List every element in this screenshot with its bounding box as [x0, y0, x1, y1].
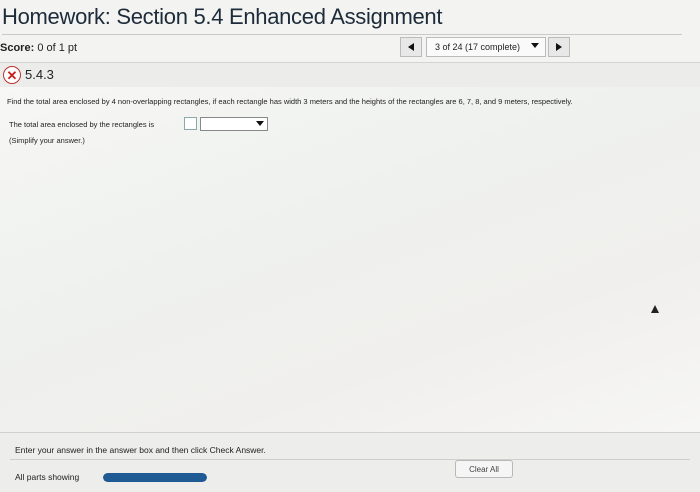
score-value: 0 of 1 pt — [37, 42, 78, 54]
triangle-left-icon — [408, 43, 414, 51]
next-question-button[interactable] — [548, 37, 570, 57]
question-position: 3 of 24 (17 complete) — [435, 42, 521, 52]
clear-all-button[interactable]: Clear All — [455, 460, 513, 478]
question-number: 5.4.3 — [25, 67, 54, 82]
question-selector[interactable]: 3 of 24 (17 complete) — [426, 37, 546, 57]
answer-input[interactable] — [184, 117, 197, 130]
parts-showing-label: All parts showing — [15, 472, 80, 482]
mouse-cursor-icon — [651, 305, 659, 313]
question-panel — [0, 87, 700, 432]
question-prompt: Find the total area enclosed by 4 non-ov… — [7, 97, 573, 106]
answer-hint: (Simplify your answer.) — [9, 136, 85, 145]
page-title: Homework: Section 5.4 Enhanced Assignmen… — [2, 4, 682, 35]
footer-divider — [10, 459, 690, 460]
footer-bar — [0, 432, 700, 492]
triangle-right-icon — [556, 43, 562, 51]
question-header: ✕ 5.4.3 — [0, 62, 700, 88]
progress-fill — [103, 473, 207, 482]
answer-label: The total area enclosed by the rectangle… — [9, 120, 155, 129]
chevron-down-icon — [256, 121, 264, 126]
unit-select[interactable] — [200, 117, 268, 131]
footer-instruction: Enter your answer in the answer box and … — [15, 445, 266, 455]
incorrect-x-icon: ✕ — [3, 66, 21, 84]
previous-question-button[interactable] — [400, 37, 422, 57]
question-navigator: 3 of 24 (17 complete) — [400, 37, 572, 57]
score-label: Score: — [0, 42, 35, 54]
score-display: Score: 0 of 1 pt — [0, 42, 77, 54]
parts-progress-bar — [103, 473, 207, 482]
chevron-down-icon — [531, 43, 539, 48]
